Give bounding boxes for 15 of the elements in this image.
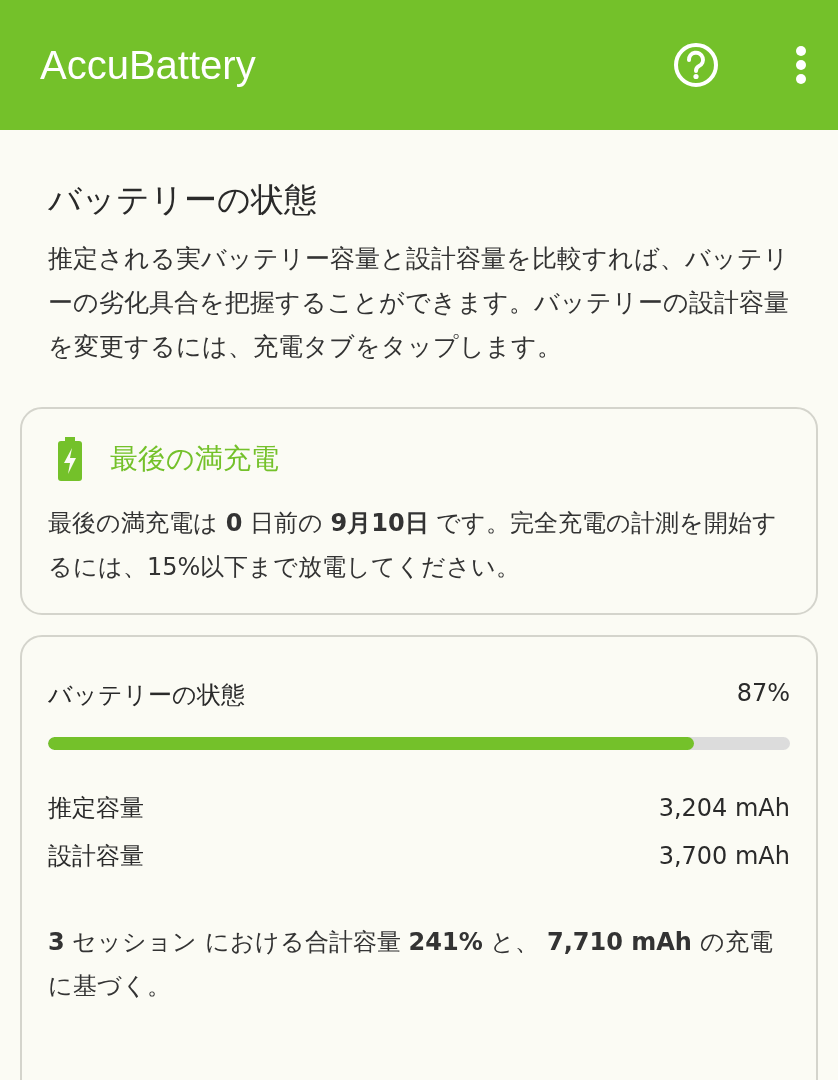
card-title: 最後の満充電 bbox=[110, 441, 279, 477]
battery-charging-icon bbox=[58, 437, 82, 481]
capacity-label: 推定容量 bbox=[48, 793, 144, 824]
last-charge-text: 最後の満充電は 0 日前の 9月10日 です。完全充電の計測を開始するには、15%以下まで放電してください。 bbox=[48, 508, 779, 583]
section-title: バッテリーの状態 bbox=[48, 179, 318, 221]
health-reading: 87% bbox=[736, 679, 790, 709]
capacity-value: 3,700 mAh bbox=[658, 841, 790, 872]
capacity-value: 3,204 mAh bbox=[658, 793, 790, 824]
more-icon[interactable] bbox=[794, 45, 808, 85]
health-label: バッテリーの状態 bbox=[48, 680, 245, 711]
help-icon[interactable] bbox=[672, 41, 720, 89]
capacity-note: 3 セッション における合計容量 241% と、 7,710 mAh の充電に基づく。 bbox=[48, 927, 774, 1002]
app-title: AccuBattery bbox=[40, 42, 257, 88]
capacity-label: 設計容量 bbox=[48, 841, 144, 872]
section-description: 推定される実バッテリー容量と設計容量を比較すれば、バッテリーの劣化具合を把握することができます。バッテリーの設計容量を変更するには、充電タブをタップします。 bbox=[48, 243, 790, 363]
